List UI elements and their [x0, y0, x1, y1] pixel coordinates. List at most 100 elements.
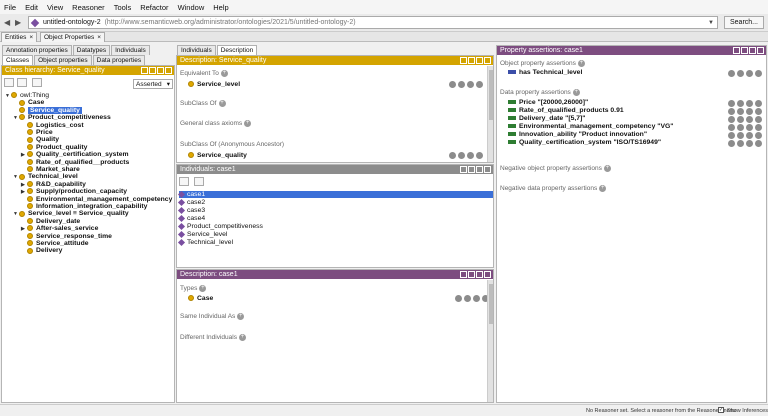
assertion-item[interactable]: Quality_certification_system "ISO/TS1694…	[508, 139, 661, 146]
delete-icon[interactable]	[737, 132, 744, 139]
close-icon[interactable]	[484, 57, 491, 64]
class-tree-item[interactable]: ▶ Quality_certification_system	[21, 151, 129, 158]
pin-icon[interactable]	[733, 47, 740, 54]
tab-entities[interactable]: Entities ×	[1, 32, 38, 42]
type-item[interactable]: Case	[188, 295, 213, 302]
individual-item[interactable]: Product_competitiveness	[177, 222, 263, 230]
menu-item-file[interactable]: File	[4, 3, 16, 12]
edit-icon[interactable]	[755, 132, 762, 139]
maximize-icon[interactable]	[476, 57, 483, 64]
delete-icon[interactable]	[737, 108, 744, 115]
add-sibling-class-icon[interactable]	[17, 78, 27, 87]
annotate-icon[interactable]	[728, 124, 735, 131]
individual-item[interactable]: Service_level	[177, 230, 227, 238]
tab-individuals-view[interactable]: Individuals	[177, 45, 216, 55]
asserted-select[interactable]: Asserted ▾	[133, 79, 173, 89]
chevron-down-icon[interactable]: ▼	[708, 20, 714, 26]
equivalent-class-item[interactable]: Service_level	[188, 81, 240, 88]
edit-icon[interactable]	[755, 108, 762, 115]
tab-annotation-properties[interactable]: Annotation properties	[2, 45, 72, 55]
maximize-icon[interactable]	[476, 166, 483, 173]
tab-individuals[interactable]: Individuals	[111, 45, 150, 55]
explain-icon[interactable]	[746, 70, 753, 77]
assertion-item[interactable]: Price "[20000,26000]"	[508, 99, 588, 106]
add-icon[interactable]: +	[218, 100, 226, 107]
class-tree-item[interactable]: Quality	[21, 136, 59, 143]
individual-item[interactable]: case3	[177, 206, 205, 214]
delete-icon[interactable]	[464, 295, 471, 302]
minimize-icon[interactable]	[468, 166, 475, 173]
edit-icon[interactable]	[755, 140, 762, 147]
scroll-thumb[interactable]	[489, 70, 493, 120]
add-icon[interactable]: +	[603, 165, 611, 172]
maximize-icon[interactable]	[476, 271, 483, 278]
menu-item-edit[interactable]: Edit	[25, 3, 38, 12]
edit-icon[interactable]	[476, 152, 483, 159]
delete-icon[interactable]	[737, 124, 744, 131]
class-tree-item[interactable]: Case	[13, 99, 44, 106]
explain-icon[interactable]	[746, 140, 753, 147]
class-tree-item[interactable]: ▼ Service_level ≡ Service_quality	[13, 210, 129, 217]
minimize-icon[interactable]	[468, 57, 475, 64]
edit-icon[interactable]	[476, 81, 483, 88]
delete-icon[interactable]	[458, 81, 465, 88]
class-tree-item[interactable]: Price	[21, 129, 53, 136]
edit-icon[interactable]	[755, 116, 762, 123]
add-icon[interactable]: +	[572, 89, 580, 96]
close-icon[interactable]	[165, 67, 172, 74]
individual-item[interactable]: case4	[177, 214, 205, 222]
close-icon[interactable]: ×	[97, 34, 101, 41]
add-icon[interactable]: +	[238, 334, 246, 341]
delete-icon[interactable]	[737, 140, 744, 147]
maximize-icon[interactable]	[157, 67, 164, 74]
add-subclass-icon[interactable]	[4, 78, 14, 87]
tab-data-properties[interactable]: Data properties	[92, 55, 146, 65]
menu-item-refactor[interactable]: Refactor	[140, 3, 168, 12]
edit-icon[interactable]	[755, 70, 762, 77]
tab-object-properties-entity[interactable]: Object properties	[34, 55, 92, 65]
explain-icon[interactable]	[467, 152, 474, 159]
assertion-item[interactable]: Rate_of_qualified_products 0.91	[508, 107, 624, 114]
minimize-icon[interactable]	[149, 67, 156, 74]
class-tree-item[interactable]: Delivery	[21, 247, 62, 254]
ontology-selector[interactable]: untitled-ontology-2 (http://www.semantic…	[28, 16, 718, 29]
menu-item-window[interactable]: Window	[178, 3, 205, 12]
close-icon[interactable]	[484, 166, 491, 173]
show-inferences-checkbox[interactable]: ✓	[718, 407, 724, 413]
individual-item[interactable]: Technical_level	[177, 238, 233, 246]
anon-ancestor-item[interactable]: Service_quality	[188, 152, 247, 159]
maximize-icon[interactable]	[749, 47, 756, 54]
annotate-icon[interactable]	[728, 100, 735, 107]
class-tree-item[interactable]: ▶ R&D_capability	[21, 181, 86, 188]
delete-icon[interactable]	[458, 152, 465, 159]
class-tree-item[interactable]: Service_attitude	[21, 240, 89, 247]
annotate-icon[interactable]	[449, 81, 456, 88]
class-tree-item[interactable]: Service_quality	[13, 106, 82, 114]
menu-item-help[interactable]: Help	[213, 3, 228, 12]
class-tree-item[interactable]: Information_integration_capability	[21, 203, 147, 210]
tab-datatypes[interactable]: Datatypes	[72, 45, 111, 55]
class-tree-item[interactable]: Delivery_date	[21, 218, 80, 225]
assertion-item[interactable]: Delivery_date "[5,7]"	[508, 115, 586, 122]
add-icon[interactable]: +	[220, 70, 228, 77]
assertion-item[interactable]: has Technical_level	[508, 69, 582, 76]
explain-icon[interactable]	[473, 295, 480, 302]
class-tree-item[interactable]: ▼ owl:Thing	[5, 92, 49, 99]
individual-item[interactable]: case1	[177, 190, 493, 198]
minimize-icon[interactable]	[741, 47, 748, 54]
menu-item-tools[interactable]: Tools	[114, 3, 132, 12]
annotate-icon[interactable]	[728, 132, 735, 139]
explain-icon[interactable]	[746, 100, 753, 107]
class-tree-item[interactable]: Logistics_cost	[21, 122, 84, 129]
menu-item-view[interactable]: View	[47, 3, 63, 12]
individual-description-scrollbar[interactable]	[487, 280, 493, 402]
explain-icon[interactable]	[746, 124, 753, 131]
add-individual-icon[interactable]	[179, 177, 189, 186]
assertion-item[interactable]: Innovation_ability "Product innovation"	[508, 131, 647, 138]
menu-item-reasoner[interactable]: Reasoner	[72, 3, 105, 12]
tab-object-properties[interactable]: Object Properties ×	[40, 32, 106, 42]
class-tree-item[interactable]: Service_response_time	[21, 233, 112, 240]
pin-icon[interactable]	[460, 166, 467, 173]
annotate-icon[interactable]	[455, 295, 462, 302]
minimize-icon[interactable]	[468, 271, 475, 278]
